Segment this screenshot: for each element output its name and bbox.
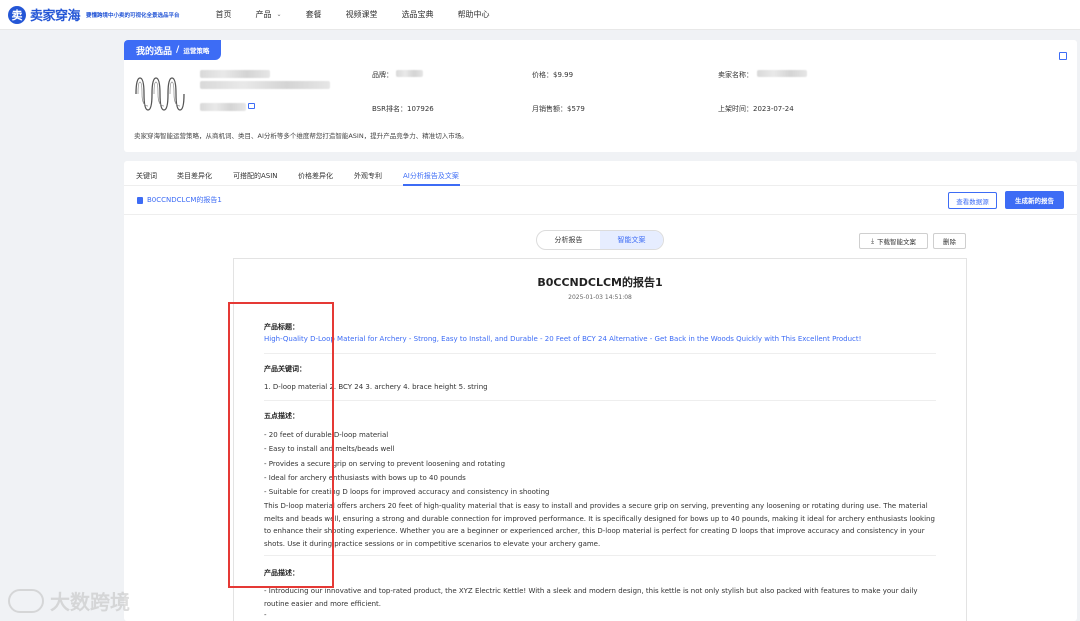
bsr-field: BSR排名：107926	[372, 104, 434, 114]
brand-redacted	[396, 70, 423, 77]
description-text: - Introducing our innovative and top-rat…	[264, 587, 918, 608]
main-nav: 首页 产品 ⌄ 套餐 视频课堂 选品宝典 帮助中心	[216, 9, 514, 20]
breadcrumb: 我的选品 / 运营策略	[124, 40, 222, 60]
divider	[264, 400, 936, 401]
report-toolbar: B0CCNDCLCM的报告1 查看数据源 生成新的报告	[124, 187, 1077, 215]
segment-smart-copy[interactable]: 智能文案	[600, 231, 663, 249]
nav-products-label: 产品	[255, 10, 272, 19]
top-navbar: 卖 卖家穿海 要懂跨境中小卖的可视化全景选品平台 首页 产品 ⌄ 套餐 视频课堂 …	[0, 0, 1080, 30]
listed-label: 上架时间：	[718, 105, 753, 113]
highlight-annotation	[228, 302, 334, 588]
brand-label: 品牌：	[372, 71, 393, 79]
breadcrumb-my-selection[interactable]: 我的选品	[136, 44, 172, 57]
price-field: 价格：$9.99	[532, 70, 573, 80]
active-tab-indicator	[403, 184, 460, 186]
delete-button[interactable]: 删除	[933, 233, 966, 249]
listed-value: 2023-07-24	[753, 105, 794, 113]
logo[interactable]: 卖 卖家穿海 要懂跨境中小卖的可视化全景选品平台	[8, 5, 180, 24]
monthly-sales-value: $579	[567, 105, 585, 113]
breadcrumb-separator: /	[176, 45, 180, 55]
download-icon: ⤓	[871, 236, 874, 245]
product-title-redacted-2	[200, 81, 330, 89]
report-title: B0CCNDCLCM的报告1	[537, 276, 663, 289]
nav-home-label: 首页	[215, 10, 232, 19]
nav-video-class[interactable]: 视频课堂	[346, 9, 378, 20]
seller-label: 卖家名称：	[718, 71, 753, 79]
report-link[interactable]: B0CCNDCLCM的报告1	[137, 195, 222, 205]
watermark-text: 大数跨境	[50, 590, 130, 614]
view-switcher: 分析报告 智能文案	[536, 230, 664, 250]
monthly-sales-label: 月销售额：	[532, 105, 567, 113]
edit-icon[interactable]	[248, 103, 255, 109]
report-timestamp: 2025-01-03 14:51:08	[568, 294, 632, 301]
tab-category-diff[interactable]: 类目差异化	[177, 171, 212, 181]
divider	[264, 353, 936, 354]
copy-icon[interactable]	[1059, 52, 1067, 60]
price-value: $9.99	[553, 71, 574, 79]
report-link-label: B0CCNDCLCM的报告1	[147, 196, 222, 204]
watermark: 大数跨境	[8, 586, 130, 615]
bsr-value: 107926	[407, 105, 434, 113]
nav-video-label: 视频课堂	[345, 10, 378, 19]
tab-price-diff[interactable]: 价格差异化	[298, 171, 333, 181]
nav-selection-guide[interactable]: 选品宝典	[402, 9, 434, 20]
nav-products[interactable]: 产品 ⌄	[256, 9, 282, 20]
logo-slogan: 要懂跨境中小卖的可视化全景选品平台	[86, 12, 180, 19]
segment-analysis-report[interactable]: 分析报告	[537, 231, 600, 249]
price-label: 价格：	[532, 71, 553, 79]
download-copy-button[interactable]: ⤓ 下载智能文案	[859, 233, 928, 249]
brand-field: 品牌：	[372, 70, 393, 80]
watermark-logo-icon	[8, 588, 44, 613]
generate-report-button[interactable]: 生成新的报告	[1005, 191, 1064, 209]
breadcrumb-strategy: 运营策略	[183, 47, 210, 55]
tab-design-patent[interactable]: 外观专利	[354, 171, 382, 181]
nav-help-center[interactable]: 帮助中心	[458, 9, 490, 20]
product-description: 卖家穿海智能运营策略，从商机词、类目、AI分析等多个维度帮您打造智能ASIN，提…	[134, 132, 468, 140]
download-label: 下载智能文案	[876, 238, 916, 246]
nav-help-label: 帮助中心	[457, 10, 490, 19]
seller-field: 卖家名称：	[718, 70, 753, 80]
product-image	[135, 77, 185, 111]
chevron-down-icon: ⌄	[276, 11, 282, 18]
asin-redacted	[200, 103, 246, 111]
document-icon	[137, 196, 143, 204]
nav-home[interactable]: 首页	[216, 9, 232, 20]
view-data-source-button[interactable]: 查看数据源	[948, 192, 997, 209]
tab-matching-asin[interactable]: 可搭配的ASIN	[233, 171, 278, 181]
seller-redacted	[757, 70, 807, 77]
description-tail: -	[264, 611, 267, 619]
tab-ai-report[interactable]: AI分析报告及文案	[403, 171, 459, 181]
nav-plans-label: 套餐	[305, 10, 322, 19]
monthly-sales-field: 月销售额：$579	[532, 104, 585, 114]
logo-icon: 卖	[8, 5, 26, 24]
bsr-label: BSR排名：	[372, 105, 407, 113]
tab-keywords[interactable]: 关键词	[136, 171, 157, 181]
nav-plans[interactable]: 套餐	[306, 9, 322, 20]
divider	[264, 555, 936, 556]
product-title-redacted	[200, 70, 270, 78]
tab-bar: 关键词 类目差异化 可搭配的ASIN 价格差异化 外观专利 AI分析报告及文案	[124, 161, 1077, 186]
report-document: B0CCNDCLCM的报告1 2025-01-03 14:51:08 产品标题：…	[233, 258, 967, 621]
product-info-panel: 我的选品 / 运营策略 品牌： 价格：$9.99 卖家名称： BSR排名：107…	[124, 40, 1077, 152]
logo-name: 卖家穿海	[30, 9, 81, 24]
bullets-paragraph: This D-loop material offers archers 20 f…	[264, 502, 935, 549]
nav-guide-label: 选品宝典	[401, 10, 434, 19]
product-title-text: High-Quality D-Loop Material for Archery…	[264, 335, 862, 343]
listed-field: 上架时间：2023-07-24	[718, 104, 794, 114]
